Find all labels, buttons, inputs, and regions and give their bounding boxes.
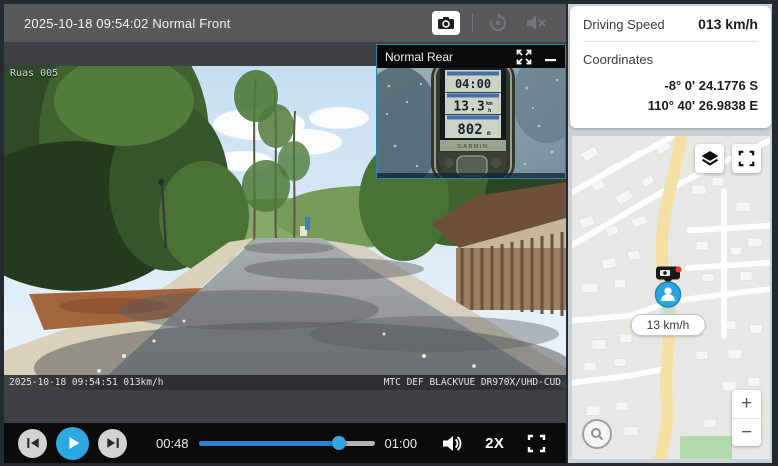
total-time: 01:00 (385, 436, 418, 451)
divider (472, 14, 473, 32)
pip-title: Normal Rear (385, 50, 453, 64)
map-zoom-control: + − (732, 390, 761, 446)
seek-fill (199, 441, 340, 446)
pip-header: Normal Rear (377, 45, 565, 68)
gps-distance: 802 (457, 122, 482, 138)
title-actions (432, 11, 549, 35)
player-column: 2025-10-18 09:54:02 Normal Front (4, 4, 566, 463)
fullscreen-button[interactable] (527, 434, 546, 453)
recording-dot (676, 267, 682, 273)
map-fullscreen-icon (738, 150, 755, 167)
playback-speed-button[interactable]: 2X (485, 435, 504, 452)
zoom-out-button[interactable]: − (732, 418, 761, 446)
coordinate-latitude: -8° 0' 24.1776 S (583, 76, 758, 96)
video-overlay-model: MTC DEF BLACKVUE DR970X/UHD-CUD (384, 377, 561, 388)
seek-knob[interactable] (332, 436, 346, 450)
drive-info-panel: Driving Speed 013 km/h Coordinates -8° 0… (570, 6, 771, 128)
gps-distance-unit: m (487, 130, 491, 137)
next-icon (104, 434, 122, 452)
seek-bar[interactable] (199, 436, 375, 450)
map-attribution-button[interactable] (582, 419, 612, 449)
map-layers-button[interactable] (695, 144, 724, 173)
pip-minimize-button[interactable] (545, 51, 557, 63)
coordinates-label: Coordinates (583, 52, 653, 67)
pip-expand-button[interactable] (516, 49, 532, 65)
next-button[interactable] (98, 429, 127, 458)
driving-speed-label: Driving Speed (583, 17, 665, 32)
previous-icon (24, 434, 42, 452)
current-time: 00:48 (156, 436, 189, 451)
blackvue-viewer-window: 2025-10-18 09:54:02 Normal Front (0, 0, 778, 466)
audio-mute-icon (525, 14, 547, 32)
map-speed-label: 13 km/h (631, 314, 706, 336)
rear-camera-video: 04:00 13.3 km h 802 m GARMIN (377, 68, 565, 178)
play-icon (64, 434, 82, 452)
camera-icon (437, 16, 455, 30)
video-area: Ruas 005 2025-10-18 09:54:51 013km/h MTC… (4, 42, 566, 423)
sidebar: Driving Speed 013 km/h Coordinates -8° 0… (568, 4, 772, 463)
gps-brand: GARMIN (458, 144, 489, 150)
map-panel[interactable]: 13 km/h + − (572, 136, 770, 459)
play-button[interactable] (56, 427, 89, 460)
gps-sync-button[interactable] (485, 11, 511, 35)
zoom-in-button[interactable]: + (732, 390, 761, 418)
expand-arrows-icon (516, 49, 532, 65)
gps-speed: 13.3 (453, 100, 484, 115)
minimize-icon (545, 51, 557, 63)
magnifier-icon (589, 426, 605, 442)
audio-mute-button[interactable] (523, 11, 549, 35)
previous-button[interactable] (18, 429, 47, 458)
driving-speed-value: 013 km/h (698, 16, 758, 32)
gps-speed-unit-top: km (486, 101, 493, 107)
gps-speed-unit-bottom: h (488, 108, 491, 114)
video-title: 2025-10-18 09:54:02 Normal Front (24, 16, 231, 31)
driving-speed-row: Driving Speed 013 km/h (583, 16, 758, 42)
fullscreen-icon (527, 434, 546, 453)
coordinates-block: Coordinates -8° 0' 24.1776 S 110° 40' 26… (583, 42, 758, 116)
gps-time: 04:00 (455, 77, 491, 91)
coordinate-longitude: 110° 40' 26.9838 E (583, 96, 758, 116)
capture-button[interactable] (432, 11, 460, 35)
gps-sync-icon (488, 13, 508, 33)
map-fullscreen-button[interactable] (732, 144, 761, 173)
volume-button[interactable] (441, 434, 463, 453)
video-overlay-band: 2025-10-18 09:54:51 013km/h MTC DEF BLAC… (4, 375, 566, 390)
playback-controls: 00:48 01:00 2X (4, 423, 566, 463)
video-overlay-timestamp: 2025-10-18 09:54:51 013km/h (9, 377, 163, 388)
pip-rear-camera[interactable]: Normal Rear (376, 44, 566, 179)
speaker-icon (441, 434, 463, 453)
video-title-bar: 2025-10-18 09:54:02 Normal Front (4, 4, 566, 42)
video-overlay-route-label: Ruas 005 (10, 68, 58, 79)
layers-icon (700, 149, 720, 168)
